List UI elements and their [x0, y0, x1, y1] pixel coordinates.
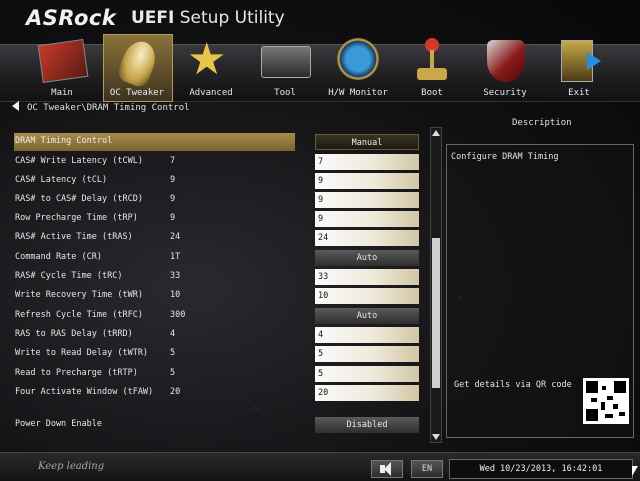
slogan: Keep leading: [38, 461, 105, 472]
tab-tool-label: Tool: [274, 88, 296, 98]
setting-row-twr[interactable]: Write Recovery Time (tWR) 10 10: [14, 287, 424, 305]
breadcrumb: OC Tweaker\DRAM Timing Control: [12, 101, 190, 113]
mouse-cursor-icon: [632, 466, 638, 476]
settings-scrollbar[interactable]: [430, 127, 442, 443]
setting-label: RAS# to CAS# Delay (tRCD): [15, 194, 143, 204]
setting-row-trc[interactable]: RAS# Cycle Time (tRC) 33 33: [14, 268, 424, 286]
power-down-enable-select[interactable]: Disabled: [315, 417, 419, 433]
description-header: Description: [512, 118, 572, 128]
setting-row-trtp[interactable]: Read to Precharge (tRTP) 5 5: [14, 365, 424, 383]
setting-row-trcd[interactable]: RAS# to CAS# Delay (tRCD) 9 9: [14, 191, 424, 209]
setting-row-dram-timing-control[interactable]: DRAM Timing Control: [14, 133, 295, 151]
card-icon: [37, 38, 89, 84]
setting-label: Write to Read Delay (tWTR): [15, 348, 149, 358]
tcl-input[interactable]: 9: [315, 173, 419, 189]
language-button[interactable]: EN: [411, 460, 443, 478]
tab-security-label: Security: [483, 88, 527, 98]
setting-label: RAS# Cycle Time (tRC): [15, 271, 123, 281]
setting-current-value: 7: [170, 156, 176, 166]
setting-row-tcwl[interactable]: CAS# Write Latency (tCWL) 7 7: [14, 153, 424, 171]
back-arrow-icon[interactable]: [12, 101, 19, 111]
tab-main-label: Main: [51, 88, 73, 98]
tab-hw-monitor-label: H/W Monitor: [328, 88, 388, 98]
header: ASRock UEFI Setup Utility: [0, 0, 640, 40]
setting-current-value: 9: [170, 213, 176, 223]
setting-row-power-down-enable[interactable]: Power Down Enable Disabled: [14, 416, 424, 434]
setting-label: Four Activate Window (tFAW): [15, 387, 154, 397]
tab-boot-label: Boot: [421, 88, 443, 98]
trcd-input[interactable]: 9: [315, 192, 419, 208]
tcwl-input[interactable]: 7: [315, 154, 419, 170]
tab-advanced-label: Advanced: [189, 88, 233, 98]
rocket-icon: [115, 36, 161, 90]
qr-code-icon: [583, 378, 629, 424]
app-title-uefi: UEFI: [131, 8, 175, 28]
setting-row-tfaw[interactable]: Four Activate Window (tFAW) 20 20: [14, 384, 424, 402]
app-title-rest: Setup Utility: [174, 8, 285, 28]
setting-label: DRAM Timing Control: [15, 136, 113, 146]
scroll-thumb[interactable]: [432, 238, 440, 388]
trfc-select[interactable]: Auto: [315, 308, 419, 324]
setting-label: RAS# Active Time (tRAS): [15, 232, 133, 242]
setting-row-trrd[interactable]: RAS to RAS Delay (tRRD) 4 4: [14, 326, 424, 344]
setting-current-value: 9: [170, 175, 176, 185]
setting-label: Power Down Enable: [15, 419, 102, 429]
setting-label: Read to Precharge (tRTP): [15, 368, 138, 378]
setting-current-value: 300: [170, 310, 186, 320]
setting-label: CAS# Write Latency (tCWL): [15, 156, 143, 166]
shield-icon: [487, 40, 525, 82]
datetime-display: Wed 10/23/2013, 16:42:01: [449, 459, 633, 479]
description-panel: Configure DRAM Timing Get details via QR…: [446, 144, 634, 438]
twtr-input[interactable]: 5: [315, 346, 419, 362]
setting-row-tcl[interactable]: CAS# Latency (tCL) 9 9: [14, 172, 424, 190]
speaker-button[interactable]: [371, 460, 403, 478]
twr-input[interactable]: 10: [315, 288, 419, 304]
setting-row-command-rate[interactable]: Command Rate (CR) 1T Auto: [14, 249, 424, 267]
setting-current-value: 1T: [170, 252, 181, 262]
description-text: Configure DRAM Timing: [451, 152, 559, 162]
app-title: UEFI Setup Utility: [131, 8, 285, 28]
setting-current-value: 10: [170, 290, 181, 300]
setting-label: Refresh Cycle Time (tRFC): [15, 310, 143, 320]
trrd-input[interactable]: 4: [315, 327, 419, 343]
dram-timing-control-select[interactable]: Manual: [315, 134, 419, 150]
star-icon: ★: [187, 34, 227, 85]
setting-current-value: 5: [170, 368, 176, 378]
tab-oc-tweaker-label: OC Tweaker: [109, 88, 165, 98]
breadcrumb-text: OC Tweaker\DRAM Timing Control: [27, 103, 190, 113]
setting-row-twtr[interactable]: Write to Read Delay (tWTR) 5 5: [14, 345, 424, 363]
trtp-input[interactable]: 5: [315, 366, 419, 382]
joystick-icon: [417, 38, 447, 82]
setting-row-trp[interactable]: Row Precharge Time (tRP) 9 9: [14, 210, 424, 228]
tras-input[interactable]: 24: [315, 230, 419, 246]
setting-current-value: 24: [170, 232, 181, 242]
setting-current-value: 20: [170, 387, 181, 397]
setting-current-value: 4: [170, 329, 176, 339]
command-rate-select[interactable]: Auto: [315, 250, 419, 266]
setting-current-value: 9: [170, 194, 176, 204]
radar-icon: [337, 38, 379, 80]
setting-label: RAS to RAS Delay (tRRD): [15, 329, 133, 339]
scroll-up-icon[interactable]: [432, 130, 440, 136]
trc-input[interactable]: 33: [315, 269, 419, 285]
footer-bar: Keep leading EN Wed 10/23/2013, 16:42:01: [0, 452, 640, 481]
setting-row-tras[interactable]: RAS# Active Time (tRAS) 24 24: [14, 229, 424, 247]
trp-input[interactable]: 9: [315, 211, 419, 227]
toolbox-icon: [261, 46, 311, 78]
setting-label: Row Precharge Time (tRP): [15, 213, 138, 223]
tab-exit-label: Exit: [568, 88, 590, 98]
setting-current-value: 5: [170, 348, 176, 358]
tfaw-input[interactable]: 20: [315, 385, 419, 401]
qr-caption: Get details via QR code: [454, 380, 572, 390]
setting-row-trfc[interactable]: Refresh Cycle Time (tRFC) 300 Auto: [14, 307, 424, 325]
scroll-down-icon[interactable]: [432, 434, 440, 440]
setting-label: Command Rate (CR): [15, 252, 102, 262]
asrock-logo: ASRock: [26, 6, 117, 30]
setting-current-value: 33: [170, 271, 181, 281]
setting-label: Write Recovery Time (tWR): [15, 290, 143, 300]
setting-label: CAS# Latency (tCL): [15, 175, 108, 185]
